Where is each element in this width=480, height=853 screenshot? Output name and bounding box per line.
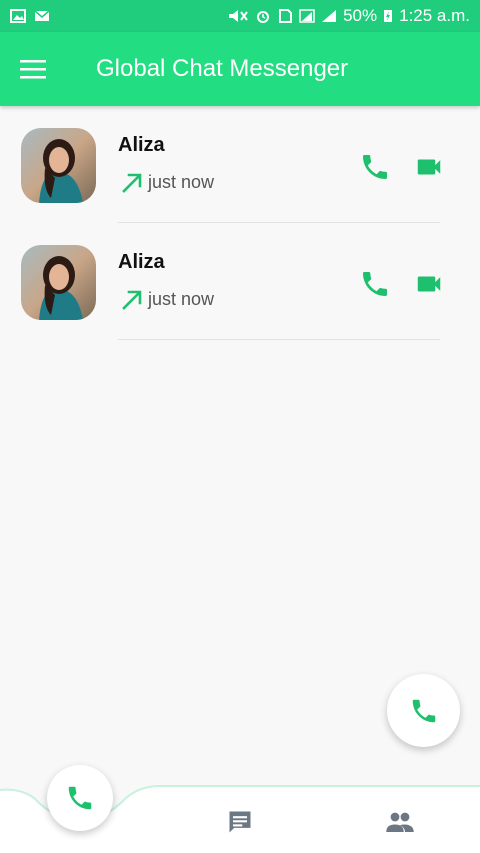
call-meta: just now [120,287,214,311]
video-camera-icon [417,276,441,292]
status-time: 1:25 a.m. [399,6,470,25]
battery-percent: 50% [343,6,378,25]
hamburger-menu-icon [20,60,46,79]
voice-call-button[interactable] [356,148,394,186]
phone-icon [68,786,92,810]
menu-button[interactable] [0,32,66,106]
video-call-button[interactable] [410,148,448,186]
contact-name: Aliza [118,251,165,273]
chat-icon [229,811,251,833]
sim-card-icon [279,9,293,23]
nav-chats-button[interactable] [222,804,258,840]
outgoing-arrow-icon [122,290,142,310]
app-title: Global Chat Messenger [96,55,349,82]
video-call-button[interactable] [410,265,448,303]
call-log-item[interactable]: Aliza just now [0,106,480,223]
call-meta: just now [120,170,214,194]
image-notification-icon [10,9,26,23]
phone-icon [363,272,387,296]
call-list: Aliza just now Aliza just now [0,106,480,340]
battery-charging-icon [384,10,393,22]
contact-name: Aliza [118,134,165,156]
mute-icon [229,10,248,22]
avatar [21,128,96,203]
divider [118,339,440,340]
signal-icon-1 [299,9,315,23]
call-time: just now [148,171,215,192]
voice-call-button[interactable] [356,265,394,303]
status-bar: 50% 1:25 a.m. [0,0,480,32]
nav-calls-button[interactable] [47,765,113,831]
call-log-item[interactable]: Aliza just now [0,223,480,340]
call-time: just now [148,288,215,309]
video-camera-icon [417,159,441,175]
avatar [21,245,96,320]
app-bar: Global Chat Messenger [0,32,480,106]
phone-icon [363,155,387,179]
alarm-icon [257,11,270,23]
mail-notification-icon [34,10,50,21]
new-call-fab[interactable] [387,674,460,747]
phone-icon [412,699,435,722]
outgoing-arrow-icon [122,173,142,193]
people-icon [386,812,414,832]
nav-contacts-button[interactable] [382,804,418,840]
signal-icon-2 [322,10,337,22]
